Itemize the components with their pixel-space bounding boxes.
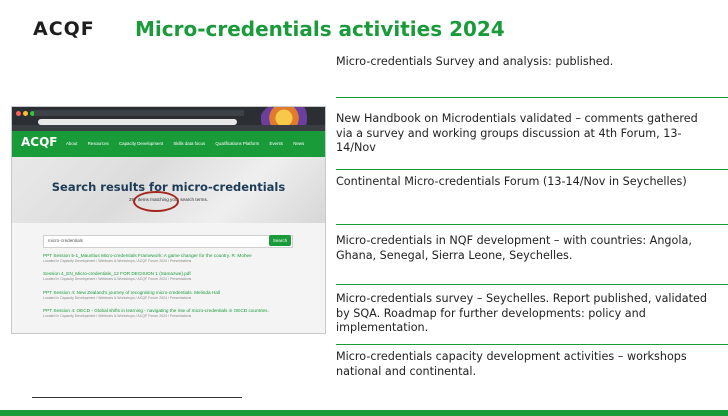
search-result: Session 4_EN_Micro-credentials_12 FOR DE… (43, 271, 192, 281)
search-result: PPT Session 4: New Zealand's journey of … (43, 290, 220, 300)
divider (336, 344, 728, 345)
slide: ACQF Micro-credentials activities 2024 A… (0, 0, 728, 416)
search-result: PPT Session 5-1_Mauritius Micro-credenti… (43, 253, 252, 263)
divider (336, 169, 728, 170)
minimize-dot-icon (23, 111, 28, 116)
activity-item: Micro-credentials in NQF development – w… (336, 234, 692, 262)
bottom-bar (0, 410, 728, 416)
site-navbar: ACQF About Resources Capacity Developmen… (12, 131, 325, 157)
slide-title: Micro-credentials activities 2024 (135, 17, 505, 41)
nav-item: Qualifications Platform (215, 141, 260, 146)
highlight-circle (133, 191, 179, 212)
nav-item: Resources (87, 141, 109, 146)
site-search-input: micro-credentials (43, 235, 293, 248)
divider (336, 97, 728, 98)
nav-item: Capacity Development (118, 141, 164, 146)
site-search-button: Search (269, 235, 291, 246)
divider (336, 284, 728, 285)
activity-item: New Handbook on Microdentials validated … (336, 112, 698, 154)
nav-item: About (66, 141, 78, 146)
divider (336, 224, 728, 225)
website-screenshot: ACQF About Resources Capacity Developmen… (11, 106, 326, 334)
site-nav-items: About Resources Capacity Development Ski… (66, 141, 313, 146)
activity-item: Continental Micro-credentials Forum (13-… (336, 175, 687, 188)
footnote-line (32, 397, 242, 398)
nav-item: Events (269, 141, 283, 146)
activity-item: Micro-credentials Survey and analysis: p… (336, 55, 614, 68)
nav-item: Skills data focus (173, 141, 206, 146)
search-result: PPT Session 4: OECD - Global shifts in l… (43, 308, 269, 318)
browser-tabs (34, 110, 244, 116)
activity-item: Micro-credentials survey – Seychelles. R… (336, 292, 707, 334)
activity-item: Micro-credentials capacity development a… (336, 350, 687, 378)
site-logo: ACQF (21, 135, 58, 149)
acqf-logo: ACQF (33, 18, 95, 40)
close-dot-icon (16, 111, 21, 116)
nav-item: News (293, 141, 305, 146)
